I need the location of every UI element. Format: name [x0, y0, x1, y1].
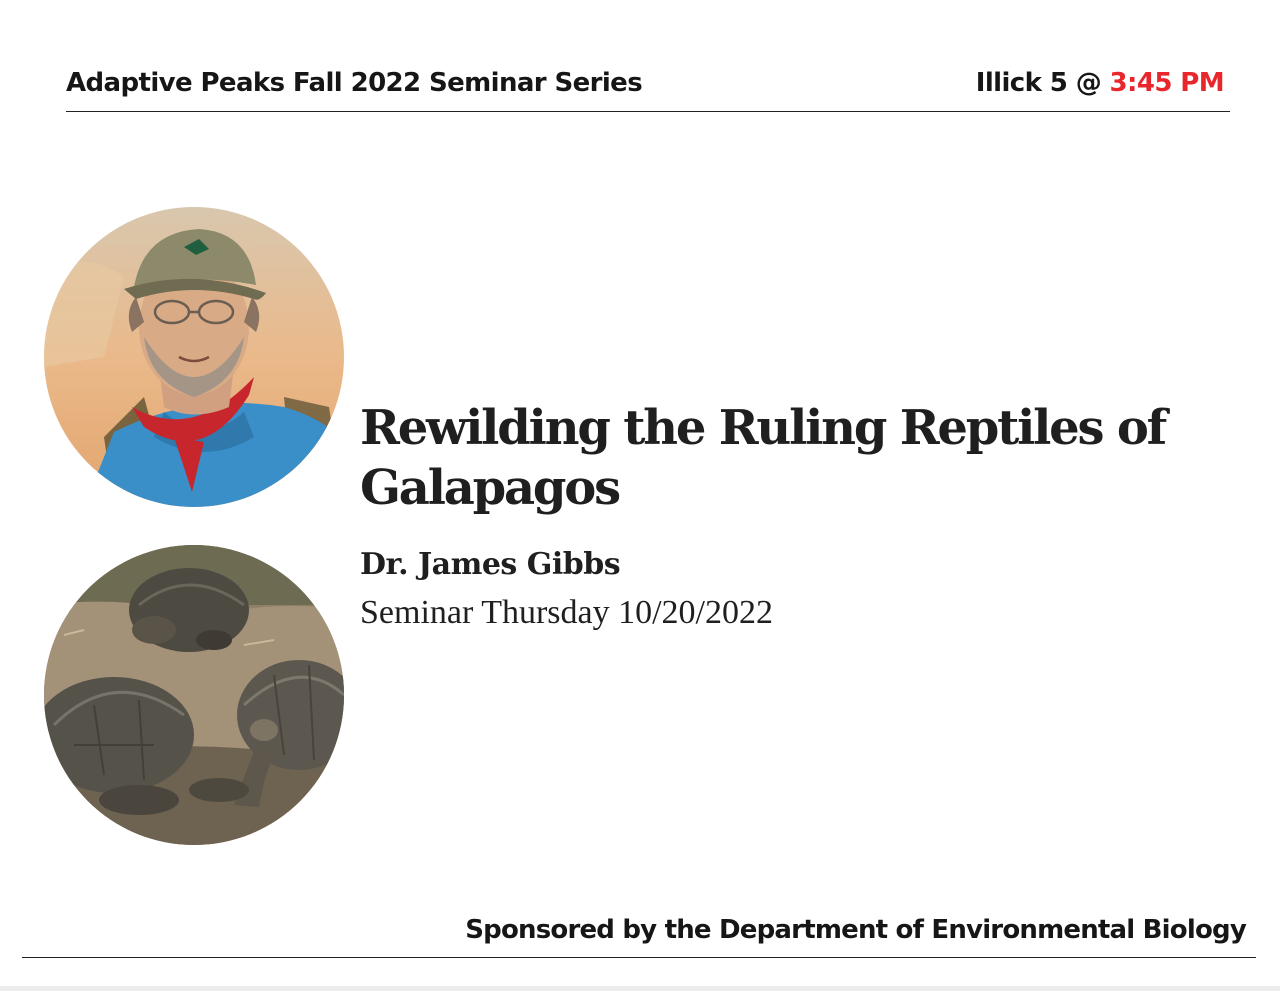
series-title: Adaptive Peaks Fall 2022 Seminar Series [66, 68, 643, 98]
location-text: Illick 5 @ [975, 68, 1110, 98]
speaker-photo [44, 207, 344, 507]
tortoise-photo [44, 545, 344, 845]
speaker-name: Dr. James Gibbs [360, 547, 621, 582]
venue-time: Illick 5 @ 3:45 PM [975, 68, 1225, 98]
page-bottom-edge [0, 986, 1280, 991]
seminar-title: Rewilding the Ruling Reptiles of Galapag… [360, 400, 1167, 516]
sponsor-line: Sponsored by the Department of Environme… [465, 915, 1247, 945]
seminar-date: Seminar Thursday 10/20/2022 [360, 594, 773, 631]
footer-divider [22, 957, 1256, 958]
time-text: 3:45 PM [1109, 68, 1225, 98]
header-divider [66, 111, 1230, 112]
